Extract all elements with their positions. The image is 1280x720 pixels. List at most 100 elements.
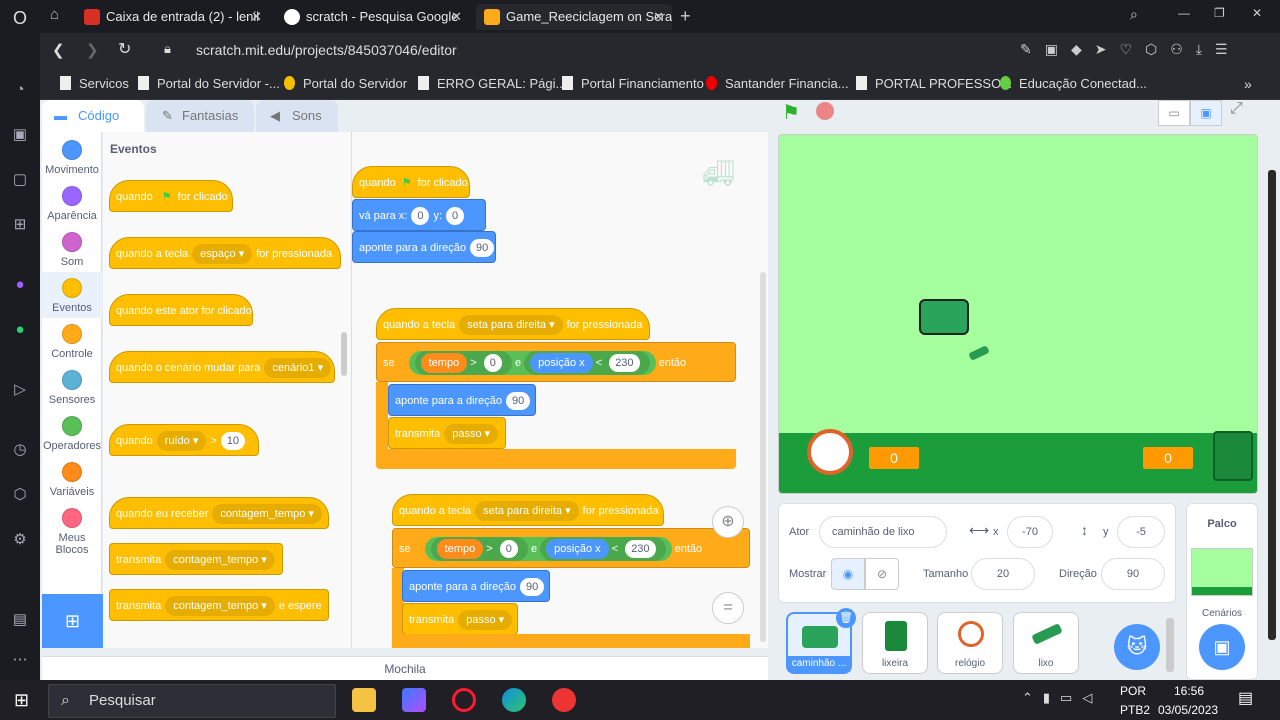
bookmark-item[interactable]: Educação Conectad... — [1000, 76, 1147, 91]
less-operator[interactable]: posição x < 230 — [540, 537, 666, 562]
clock-date[interactable]: 03/05/2023 — [1158, 703, 1218, 717]
when-key-pressed-block[interactable]: quando a tecla seta para direita ▾ for pre… — [376, 308, 650, 340]
greater-operator[interactable]: tempo > 0 — [430, 537, 528, 562]
when-flag-clicked-block[interactable]: quando ⚑ for clicado — [109, 180, 233, 212]
tab-gmail[interactable]: Caixa de entrada (2) - lenil ✕ — [76, 4, 270, 30]
broadcast-and-wait-block[interactable]: transmita contagem_tempo ▾ e espere — [109, 589, 329, 621]
number-input[interactable]: 10 — [220, 432, 246, 450]
fullscreen-icon[interactable]: ⤢ — [1230, 100, 1243, 118]
bookmark-item[interactable]: Portal Financiamento — [562, 76, 704, 91]
if-block[interactable]: se tempo > 0 e posição x < 230 então — [392, 528, 750, 568]
opera-logo-icon[interactable]: O — [10, 8, 30, 28]
go-to-xy-block[interactable]: vá para x: 0 y: 0 — [352, 199, 486, 231]
url-input[interactable]: scratch.mit.edu/projects/845037046/edito… — [196, 42, 457, 58]
tab-costumes[interactable]: ✎ Fantasias — [146, 100, 254, 132]
add-extension-button[interactable]: ⊞ — [42, 594, 103, 648]
and-operator[interactable]: tempo > 0 e posição x < 230 — [424, 537, 672, 562]
category-operators[interactable]: Operadores — [42, 416, 102, 452]
language-label[interactable]: POR — [1120, 684, 1146, 698]
number-input[interactable]: 230 — [609, 354, 640, 373]
greater-operator[interactable]: tempo > 0 — [414, 351, 512, 376]
y-input[interactable]: -5 — [1117, 516, 1165, 548]
when-loudness-block[interactable]: quando ruído ▾ >10 — [109, 424, 259, 456]
keyboard-label[interactable]: PTB2 — [1120, 703, 1150, 717]
size-input[interactable]: 20 — [971, 558, 1035, 590]
key-dropdown[interactable]: espaço ▾ — [192, 244, 253, 264]
when-key-pressed-block[interactable]: quando a tecla espaço ▾ for pressionada — [109, 237, 341, 269]
clock-sprite[interactable] — [807, 429, 853, 475]
broadcast-block[interactable]: transmita passo ▾ — [402, 603, 518, 635]
edge-icon[interactable] — [502, 688, 526, 712]
category-control[interactable]: Controle — [42, 324, 102, 360]
number-input[interactable]: 230 — [625, 540, 656, 559]
broadcast-block[interactable]: transmita contagem_tempo ▾ — [109, 543, 283, 575]
variable-reporter[interactable]: tempo — [436, 539, 484, 560]
message-dropdown[interactable]: passo ▾ — [458, 610, 513, 630]
small-stage-icon[interactable]: ▭ — [1158, 100, 1190, 126]
zoom-in-icon[interactable]: ⊕ — [712, 506, 744, 538]
windows-start-icon[interactable]: ⊞ — [14, 690, 29, 711]
message-dropdown[interactable]: contagem_tempo ▾ — [165, 550, 275, 570]
x-position-reporter[interactable]: posição x — [530, 353, 593, 374]
file-explorer-icon[interactable] — [352, 688, 376, 712]
opera-taskbar-icon[interactable] — [452, 688, 476, 712]
hide-icon[interactable]: ⊘ — [865, 558, 899, 590]
search-tabs-icon[interactable]: ⌕ — [1130, 6, 1138, 23]
direction-input[interactable]: 90 — [470, 239, 495, 257]
sprite-list-scrollbar[interactable] — [1166, 618, 1174, 672]
show-visible-icon[interactable]: ◉ — [831, 558, 865, 590]
maximize-icon[interactable]: ❐ — [1214, 6, 1225, 20]
bookmark-item[interactable]: Portal do Servidor — [284, 76, 407, 91]
extensions-icon[interactable]: ⬡ — [10, 485, 30, 505]
address-actions[interactable]: ✎▣◆➤♡⬡⚇⤓☰ — [1020, 41, 1241, 58]
system-tray-icons[interactable]: ⌃▮▭◁ — [1022, 690, 1102, 706]
trash-bin-sprite[interactable] — [1213, 431, 1253, 481]
recorder-icon[interactable] — [552, 688, 576, 712]
category-looks[interactable]: Aparência — [42, 186, 102, 222]
direction-input[interactable]: 90 — [520, 578, 545, 596]
gallery-icon[interactable]: ▤ — [10, 610, 30, 630]
broadcast-block[interactable]: transmita passo ▾ — [388, 417, 506, 449]
palette-scrollbar[interactable] — [341, 332, 347, 376]
tab-scratch[interactable]: Game_Reeciclagem on Scra ✕ — [476, 4, 672, 30]
tab-code[interactable]: ▬ Código — [42, 100, 144, 132]
when-flag-clicked-block[interactable]: quando ⚑ for clicado — [352, 166, 470, 198]
more-icon[interactable]: ⋯ — [10, 650, 30, 670]
number-input[interactable]: 0 — [483, 354, 502, 373]
variable-reporter[interactable]: tempo — [420, 353, 468, 374]
backpack-bar[interactable]: Mochila — [42, 656, 768, 680]
ai-icon[interactable]: ⊞ — [10, 215, 30, 235]
notifications-icon[interactable]: ▤ — [1238, 688, 1253, 708]
category-my-blocks[interactable]: Meus Blocos — [42, 508, 102, 556]
if-block[interactable]: se tempo > 0 e posição x < 230 então — [376, 342, 736, 382]
close-icon[interactable]: ✕ — [251, 4, 262, 30]
x-input[interactable]: -70 — [1007, 516, 1053, 548]
message-dropdown[interactable]: passo ▾ — [444, 424, 499, 444]
backdrop-dropdown[interactable]: cenário1 ▾ — [264, 358, 332, 378]
twitch-icon[interactable]: ▢ — [10, 170, 30, 190]
briefcase-icon[interactable]: ▣ — [10, 125, 30, 145]
category-variables[interactable]: Variáveis — [42, 462, 102, 498]
direction-input[interactable]: 90 — [506, 392, 531, 410]
tab-workspace-icon[interactable]: ⌂ — [50, 6, 59, 23]
new-tab-icon[interactable]: + — [680, 6, 691, 27]
sprite-thumbnail[interactable]: lixeira — [862, 612, 928, 674]
bottle-sprite[interactable] — [968, 345, 990, 361]
point-direction-block[interactable]: aponte para a direção 90 — [352, 231, 496, 263]
sensor-dropdown[interactable]: ruído ▾ — [156, 431, 207, 451]
x-input[interactable]: 0 — [411, 207, 430, 225]
bookmarks-more-icon[interactable]: » — [1244, 76, 1252, 92]
close-icon[interactable]: ✕ — [451, 4, 462, 30]
when-i-receive-block[interactable]: quando eu receber contagem_tempo ▾ — [109, 497, 329, 529]
category-events[interactable]: Eventos — [42, 272, 102, 318]
close-window-icon[interactable]: ✕ — [1252, 6, 1262, 20]
stage-thumbnail[interactable] — [1191, 548, 1253, 596]
when-sprite-clicked-block[interactable]: quando este ator for clicado — [109, 294, 253, 326]
close-icon[interactable]: ✕ — [653, 4, 664, 30]
bookmark-item[interactable]: ERRO GERAL: Pági... — [418, 76, 566, 91]
number-input[interactable]: 0 — [499, 540, 518, 559]
point-direction-block[interactable]: aponte para a direção 90 — [402, 570, 550, 602]
point-direction-block[interactable]: aponte para a direção 90 — [388, 384, 536, 416]
bookmark-item[interactable]: Portal do Servidor -... — [138, 76, 280, 91]
normal-stage-icon[interactable]: ▣ — [1190, 100, 1222, 126]
